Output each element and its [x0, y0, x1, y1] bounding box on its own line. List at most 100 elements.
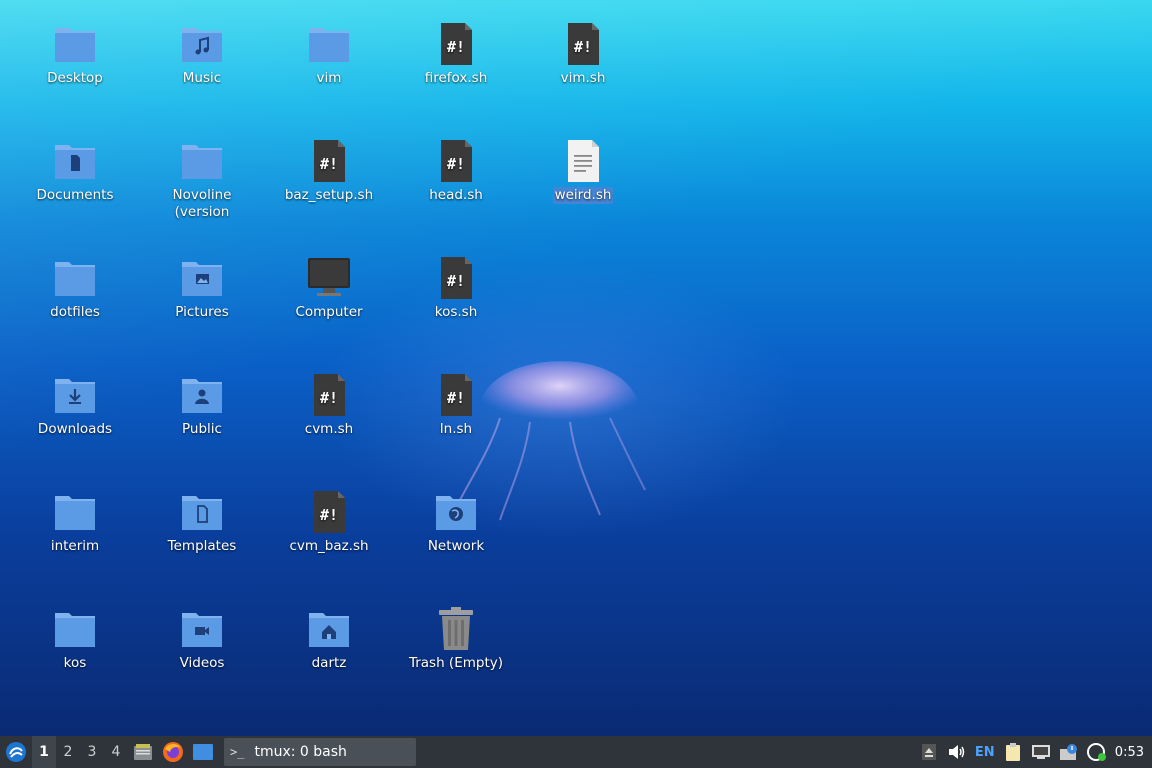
desktop-icon-kos[interactable]: kos	[25, 607, 125, 672]
file-manager-icon	[134, 744, 152, 760]
network-wired-icon	[1031, 745, 1050, 759]
desktop-icon-templates[interactable]: Templates	[152, 490, 252, 555]
desktop-icon-label: ln.sh	[439, 421, 473, 437]
folder-icon	[305, 22, 353, 66]
workspace-1-button[interactable]: 1	[32, 736, 56, 768]
desktop-icon-kos-sh[interactable]: #! kos.sh	[406, 256, 506, 321]
folder-home-icon	[305, 607, 353, 651]
desktop-icon-label: Music	[182, 70, 222, 86]
shell-script-icon: #!	[432, 139, 480, 183]
desktop[interactable]: Desktop Music vim #! firefox.sh #! vim.sh Docum…	[0, 0, 1152, 736]
folder-downloads-icon	[51, 373, 99, 417]
desktop-icon-interim[interactable]: interim	[25, 490, 125, 555]
desktop-icon-firefox-sh[interactable]: #! firefox.sh	[406, 22, 506, 87]
task-label: tmux: 0 bash	[254, 744, 347, 760]
desktop-icon-public[interactable]: Public	[152, 373, 252, 438]
shell-script-icon: #!	[305, 490, 353, 534]
show-desktop-icon	[193, 744, 213, 760]
desktop-icon-label: Network	[427, 538, 485, 554]
shell-script-icon: #!	[305, 139, 353, 183]
folder-icon	[178, 139, 226, 183]
folder-documents-icon	[51, 139, 99, 183]
clipboard-button[interactable]	[999, 736, 1027, 768]
show-desktop-launcher[interactable]	[188, 736, 218, 768]
desktop-icon-label: Templates	[167, 538, 237, 554]
desktop-icon-network[interactable]: Network	[406, 490, 506, 555]
desktop-icon-vim[interactable]: vim	[279, 22, 379, 87]
desktop-icon-label: cvm.sh	[304, 421, 354, 437]
desktop-icon-label: Documents	[36, 187, 114, 203]
network-button[interactable]	[1027, 736, 1055, 768]
eject-icon	[921, 744, 936, 760]
desktop-icon-cvm-baz-sh[interactable]: #! cvm_baz.sh	[279, 490, 379, 555]
desktop-icon-label: vim.sh	[560, 70, 606, 86]
folder-videos-icon	[178, 607, 226, 651]
desktop-icon-label: dartz	[311, 655, 347, 671]
svg-text:#!: #!	[447, 272, 465, 290]
desktop-icon-label: baz_setup.sh	[284, 187, 374, 203]
keyboard-layout-indicator[interactable]: EN	[971, 736, 999, 768]
desktop-icon-label: head.sh	[429, 187, 483, 203]
notification-button[interactable]	[1055, 736, 1083, 768]
desktop-icon-computer[interactable]: Computer	[279, 256, 379, 321]
svg-text:#!: #!	[320, 389, 338, 407]
desktop-icon-weird-sh[interactable]: weird.sh	[533, 139, 633, 204]
desktop-icon-label: Desktop	[47, 70, 103, 86]
task-tmux-bash[interactable]: >_ tmux: 0 bash	[224, 738, 416, 766]
lubuntu-logo-icon	[6, 742, 26, 762]
folder-icon	[51, 256, 99, 300]
desktop-icon-label: Public	[182, 421, 222, 437]
power-status-icon	[1086, 743, 1106, 761]
workspace-2-button[interactable]: 2	[56, 736, 80, 768]
desktop-icon-pictures[interactable]: Pictures	[152, 256, 252, 321]
folder-icon	[51, 607, 99, 651]
desktop-icon-label: kos.sh	[434, 304, 478, 320]
desktop-icon-documents[interactable]: Documents	[25, 139, 125, 204]
desktop-icon-label: Pictures	[175, 304, 229, 320]
desktop-icon-music[interactable]: Music	[152, 22, 252, 87]
desktop-icon-trash-empty[interactable]: Trash (Empty)	[406, 607, 506, 672]
taskbar: 1234 >_ tmux: 0 bash EN 0:53	[0, 736, 1152, 768]
folder-public-icon	[178, 373, 226, 417]
desktop-icon-baz-setup-sh[interactable]: #! baz_setup.sh	[279, 139, 379, 204]
power-manager-button[interactable]	[1083, 736, 1111, 768]
svg-text:#!: #!	[447, 155, 465, 173]
text-file-icon	[559, 139, 607, 183]
shell-script-icon: #!	[559, 22, 607, 66]
volume-button[interactable]	[943, 736, 971, 768]
workspace-3-button[interactable]: 3	[80, 736, 104, 768]
desktop-icon-label: interim	[50, 538, 100, 554]
svg-text:#!: #!	[447, 38, 465, 56]
desktop-icon-label: Videos	[179, 655, 225, 671]
workspace-4-button[interactable]: 4	[104, 736, 128, 768]
desktop-icon-novoline-version[interactable]: Novoline (version	[152, 139, 252, 221]
svg-text:#!: #!	[447, 389, 465, 407]
desktop-icon-head-sh[interactable]: #! head.sh	[406, 139, 506, 204]
desktop-icon-videos[interactable]: Videos	[152, 607, 252, 672]
shell-script-icon: #!	[432, 373, 480, 417]
folder-music-icon	[178, 22, 226, 66]
clock[interactable]: 0:53	[1111, 736, 1152, 768]
desktop-icon-vim-sh[interactable]: #! vim.sh	[533, 22, 633, 87]
file-manager-launcher[interactable]	[128, 736, 158, 768]
system-tray: EN 0:53	[915, 736, 1152, 768]
clipboard-icon	[1005, 743, 1020, 761]
desktop-icon-label: firefox.sh	[424, 70, 488, 86]
start-menu-button[interactable]	[0, 736, 32, 768]
firefox-launcher[interactable]	[158, 736, 188, 768]
desktop-icon-label: dotfiles	[50, 304, 100, 320]
speaker-icon	[948, 745, 965, 759]
desktop-icon-cvm-sh[interactable]: #! cvm.sh	[279, 373, 379, 438]
desktop-icon-downloads[interactable]: Downloads	[25, 373, 125, 438]
shell-script-icon: #!	[432, 256, 480, 300]
desktop-icon-dotfiles[interactable]: dotfiles	[25, 256, 125, 321]
desktop-icon-ln-sh[interactable]: #! ln.sh	[406, 373, 506, 438]
svg-text:#!: #!	[320, 155, 338, 173]
eject-button[interactable]	[915, 736, 943, 768]
shell-script-icon: #!	[305, 373, 353, 417]
desktop-icon-label: Downloads	[37, 421, 113, 437]
desktop-icon-desktop[interactable]: Desktop	[25, 22, 125, 87]
desktop-icon-label: weird.sh	[552, 187, 614, 204]
desktop-icon-dartz[interactable]: dartz	[279, 607, 379, 672]
folder-icon	[51, 490, 99, 534]
